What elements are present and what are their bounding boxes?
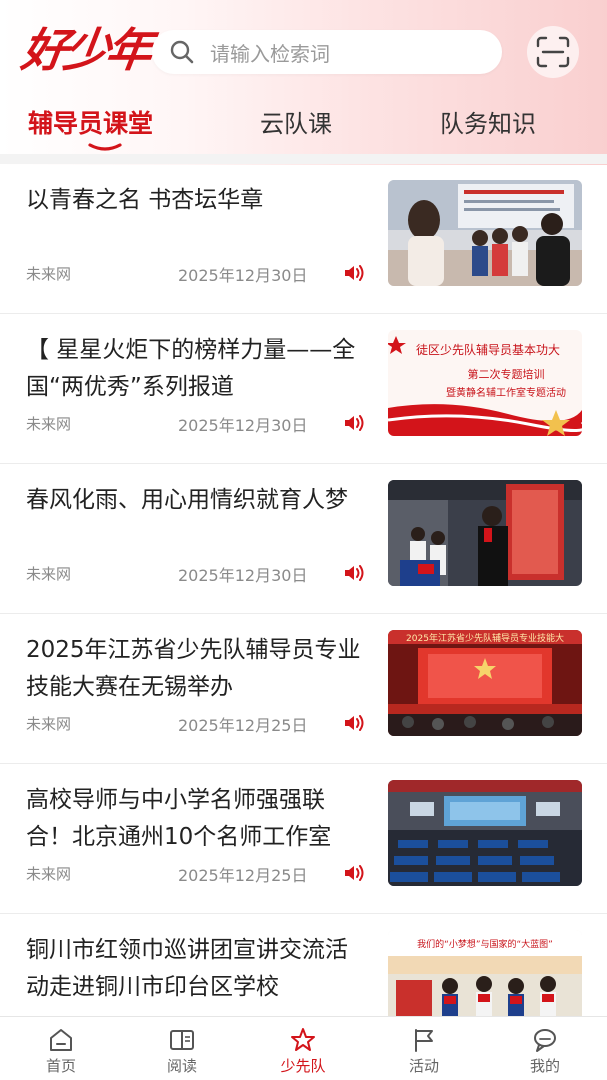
article-thumbnail[interactable]: 徒区少先队辅导员基本功大 第二次专题培训 暨黄静名辅工作室专题活动 [388,330,582,436]
app-header: 好少年 请输入检索词 辅导员课堂 云队课 队务知识 [0,0,607,165]
bottom-nav: 首页 阅读 少先队 活动 我的 [0,1016,607,1080]
article-title[interactable]: 以青春之名 书杏坛华章 [26,182,366,219]
speaker-icon[interactable] [343,264,365,282]
nav-item-young-pioneers[interactable]: 少先队 [263,1017,343,1080]
article-date: 2025年12月30日 [178,566,308,585]
thumb-text: 徒区少先队辅导员基本功大 [416,342,560,357]
article-title[interactable]: 铜川市红领巾巡讲团宣讲交流活动走进铜川市印台区学校 [26,932,366,1006]
book-icon [170,1030,194,1050]
nav-item-mine[interactable]: 我的 [505,1017,585,1080]
nav-label: 首页 [45,1057,76,1075]
article-date: 2025年12月25日 [178,866,308,885]
article-source: 未来网 [26,415,72,433]
list-item[interactable]: 春风化雨、用心用情织就育人梦 未来网 2025年12月30日 [0,464,607,614]
article-title[interactable]: 高校导师与中小学名师强强联合！北京通州10个名师工作室 [26,782,366,856]
article-source: 未来网 [26,865,72,883]
article-source: 未来网 [26,715,72,733]
nav-label: 我的 [529,1057,560,1075]
article-date: 2025年12月25日 [178,716,308,735]
article-thumbnail[interactable] [388,180,582,286]
nav-label: 阅读 [166,1057,197,1075]
speaker-icon[interactable] [343,564,365,582]
scan-button[interactable] [527,26,579,78]
thumb-text: 暨黄静名辅工作室专题活动 [446,386,566,399]
tab-cloud-class[interactable]: 云队课 [260,104,332,139]
thumb-text: 我们的“小梦想”与国家的“大蓝图” [417,938,553,950]
scan-icon [536,36,570,68]
nav-item-read[interactable]: 阅读 [142,1017,222,1080]
article-title[interactable]: 春风化雨、用心用情织就育人梦 [26,482,366,519]
section-divider [0,154,607,164]
category-tabs: 辅导员课堂 云队课 队务知识 [0,98,607,154]
nav-item-activity[interactable]: 活动 [384,1017,464,1080]
profile-icon [534,1029,556,1052]
list-item[interactable]: 【 星星火炬下的榜样力量——全国“两优秀”系列报道 未来网 2025年12月30… [0,314,607,464]
search-bar[interactable]: 请输入检索词 [152,30,502,74]
flag-icon [415,1029,433,1052]
article-title[interactable]: 【 星星火炬下的榜样力量——全国“两优秀”系列报道 [26,332,366,406]
nav-label: 少先队 [280,1057,326,1075]
article-title[interactable]: 2025年江苏省少先队辅导员专业技能大赛在无锡举办 [26,632,366,706]
thumb-text: 第二次专题培训 [468,367,545,381]
list-item[interactable]: 高校导师与中小学名师强强联合！北京通州10个名师工作室 未来网 2025年12月… [0,764,607,914]
home-icon [50,1029,72,1051]
app-logo[interactable]: 好少年 [18,18,153,82]
search-icon [170,40,194,64]
list-item[interactable]: 2025年江苏省少先队辅导员专业技能大赛在无锡举办 未来网 2025年12月25… [0,614,607,764]
nav-item-home[interactable]: 首页 [21,1017,101,1080]
thumb-text: 2025年江苏省少先队辅导员专业技能大 [406,632,564,644]
article-thumbnail[interactable] [388,780,582,886]
star-icon [291,1028,315,1051]
speaker-icon[interactable] [343,864,365,882]
nav-label: 活动 [408,1057,439,1075]
search-placeholder: 请输入检索词 [210,41,330,66]
speaker-icon[interactable] [343,714,365,732]
article-date: 2025年12月30日 [178,416,308,435]
article-date: 2025年12月30日 [178,266,308,285]
article-source: 未来网 [26,265,72,283]
active-tab-indicator [88,143,122,151]
article-thumbnail[interactable] [388,480,582,586]
speaker-icon[interactable] [343,414,365,432]
tab-team-knowledge[interactable]: 队务知识 [440,104,536,139]
tab-counselor-class[interactable]: 辅导员课堂 [28,104,153,140]
article-thumbnail[interactable]: 2025年江苏省少先队辅导员专业技能大 [388,630,582,736]
list-item[interactable]: 以青春之名 书杏坛华章 未来网 2025年12月30日 [0,164,607,314]
article-source: 未来网 [26,565,72,583]
